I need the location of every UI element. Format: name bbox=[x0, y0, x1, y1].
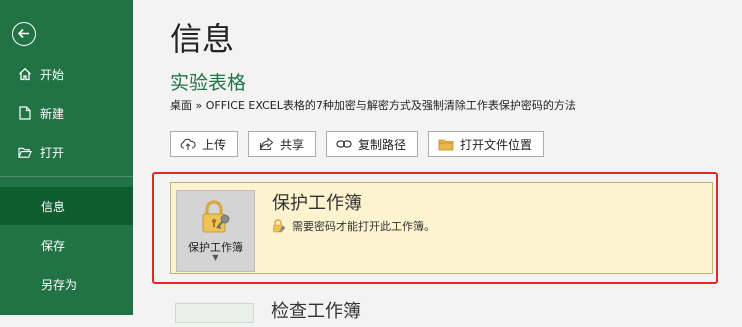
sidebar-divider bbox=[0, 176, 133, 177]
new-document-icon bbox=[18, 106, 32, 120]
back-arrow-icon[interactable] bbox=[12, 22, 36, 46]
sidebar-item-label: 打开 bbox=[40, 145, 65, 160]
breadcrumb: 桌面 » OFFICE EXCEL表格的7种加密与解密方式及强制清除工作表保护密… bbox=[170, 99, 576, 112]
inspect-workbook-title: 检查工作簿 bbox=[271, 301, 361, 322]
document-name: 实验表格 bbox=[170, 72, 247, 94]
sidebar-item-new[interactable]: 新建 bbox=[0, 94, 133, 132]
link-icon bbox=[336, 136, 352, 152]
sidebar-item-label: 信息 bbox=[41, 199, 66, 214]
open-file-location-button[interactable]: 打开文件位置 bbox=[428, 131, 545, 157]
open-file-location-label: 打开文件位置 bbox=[460, 137, 533, 152]
file-action-toolbar: 上传 共享 复制路径 打开文件位置 bbox=[170, 131, 545, 157]
sidebar-item-home[interactable]: 开始 bbox=[0, 55, 133, 93]
share-icon bbox=[258, 136, 274, 152]
sidebar-item-info[interactable]: 信息 bbox=[0, 187, 133, 225]
highlight-box bbox=[152, 172, 718, 284]
sidebar-item-save-as[interactable]: 另存为 bbox=[0, 265, 133, 303]
sidebar-item-label: 保存 bbox=[41, 238, 66, 253]
sidebar-item-save[interactable]: 保存 bbox=[0, 226, 133, 264]
inspect-workbook-button[interactable] bbox=[175, 303, 254, 323]
copy-path-label: 复制路径 bbox=[358, 137, 407, 152]
upload-button[interactable]: 上传 bbox=[170, 131, 239, 157]
folder-icon bbox=[438, 136, 454, 152]
share-button[interactable]: 共享 bbox=[248, 131, 317, 157]
share-label: 共享 bbox=[280, 137, 305, 152]
upload-label: 上传 bbox=[202, 137, 227, 152]
sidebar-item-label: 开始 bbox=[40, 67, 65, 82]
sidebar-item-open[interactable]: 打开 bbox=[0, 133, 133, 171]
copy-path-button[interactable]: 复制路径 bbox=[326, 131, 419, 157]
sidebar-item-label: 另存为 bbox=[41, 277, 78, 292]
sidebar-item-label: 新建 bbox=[40, 106, 65, 121]
backstage-sidebar: 开始 新建 打开 信息 保存 另存为 bbox=[0, 0, 133, 315]
cloud-upload-icon bbox=[180, 136, 196, 152]
page-title: 信息 bbox=[170, 20, 235, 58]
open-folder-icon bbox=[18, 145, 32, 159]
inspect-workbook-section: 检查工作簿 bbox=[170, 297, 713, 327]
home-icon bbox=[18, 67, 32, 81]
